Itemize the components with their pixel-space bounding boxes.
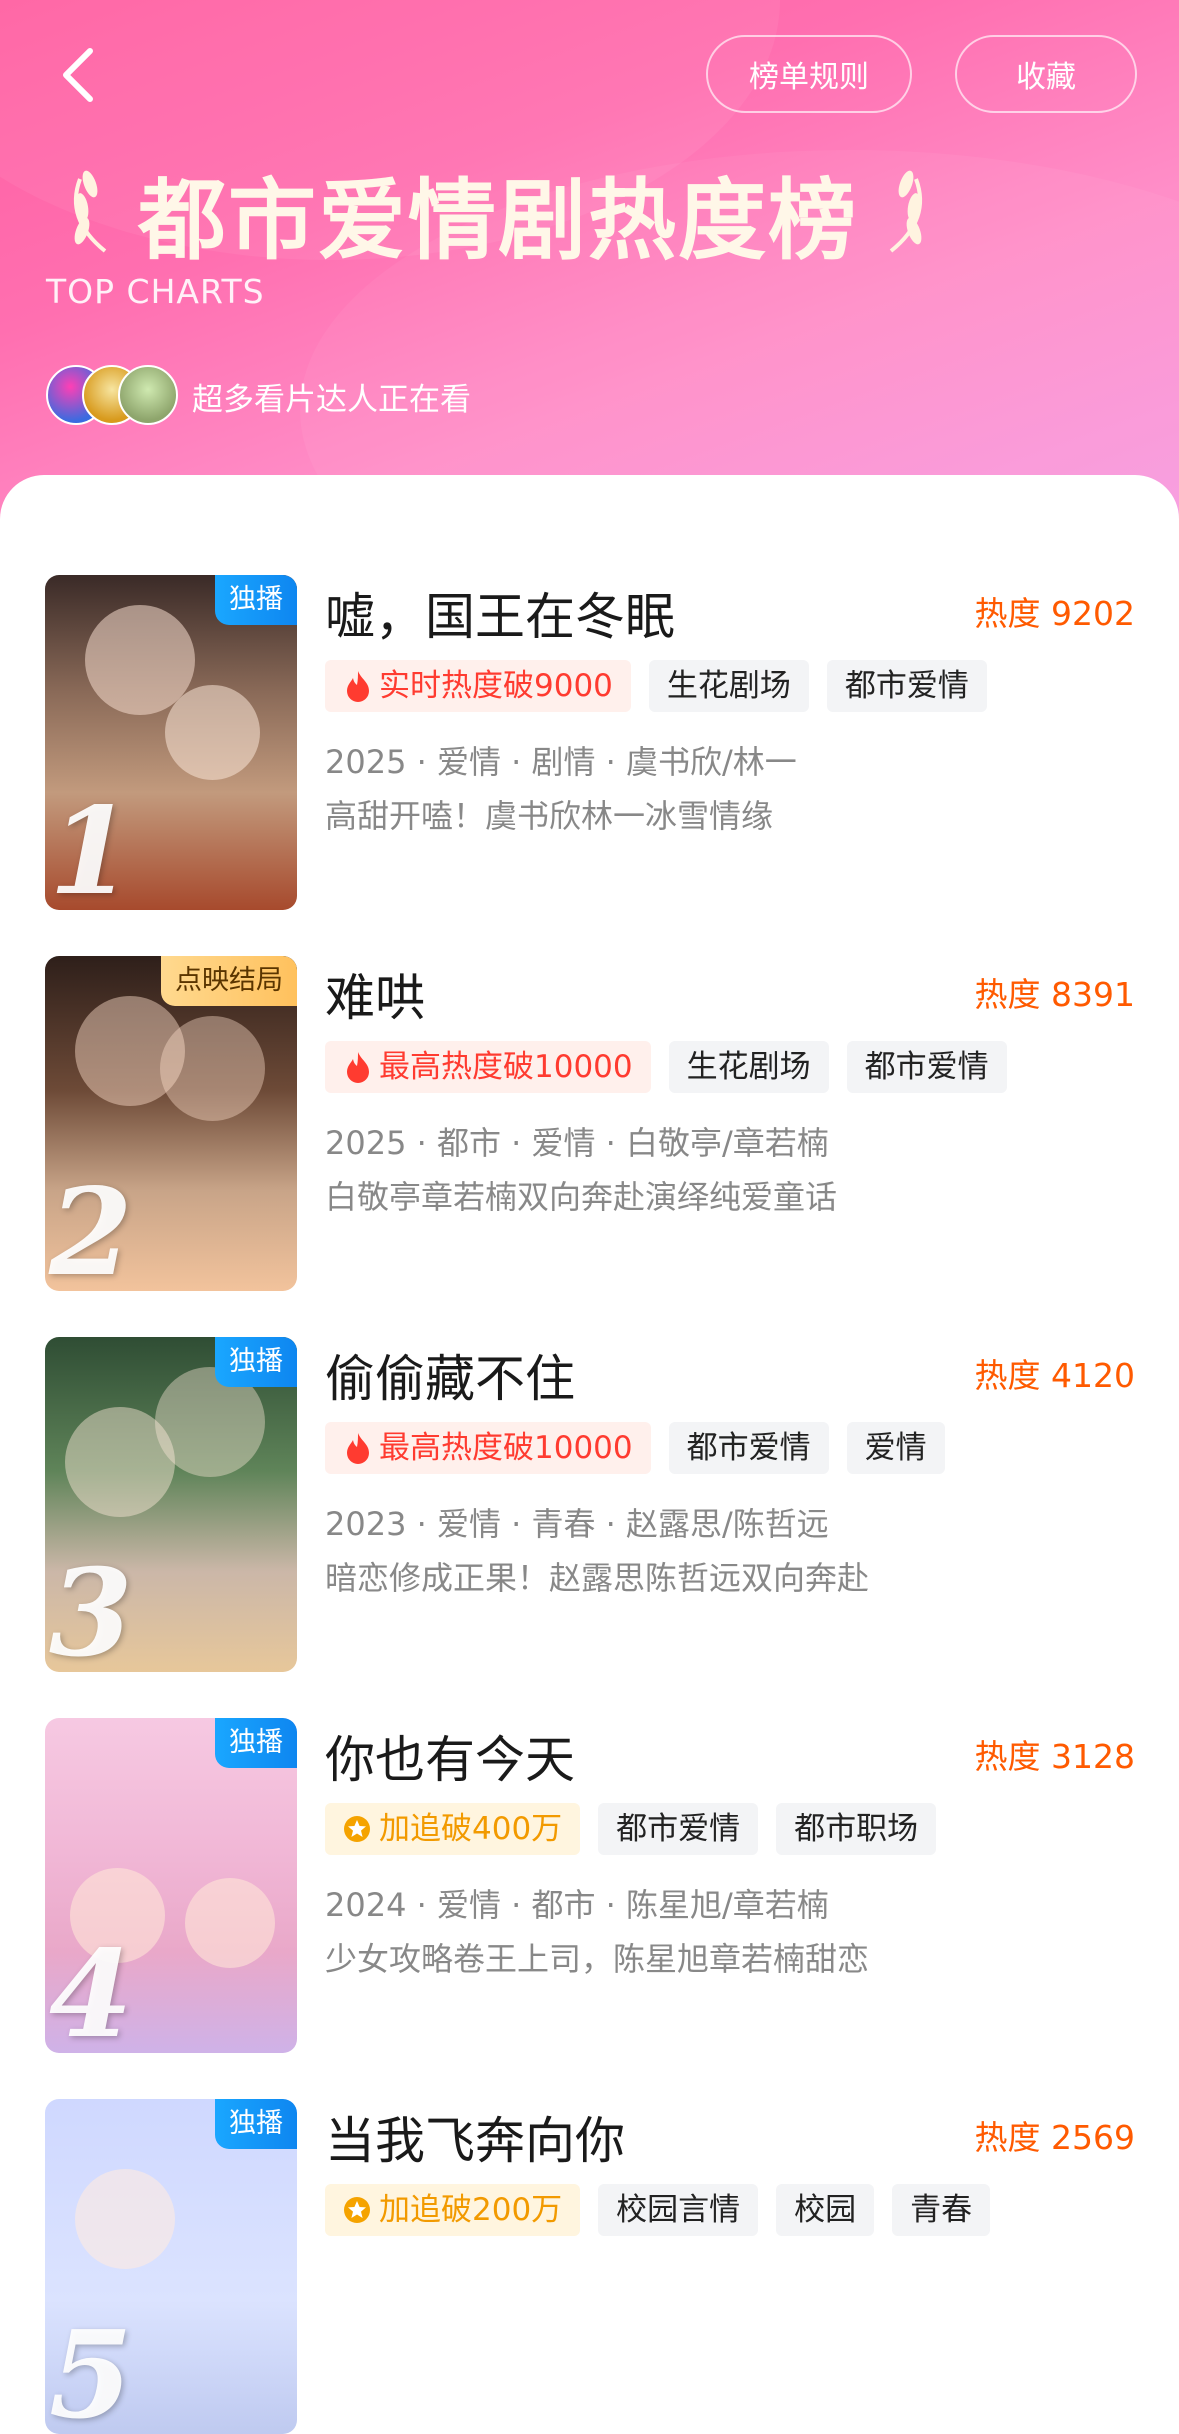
genre-tag[interactable]: 爱情 bbox=[846, 1422, 945, 1474]
fire-icon bbox=[347, 1433, 369, 1464]
genre-tag[interactable]: 都市爱情 bbox=[668, 1422, 829, 1474]
drama-title[interactable]: 偷偷藏不住 bbox=[325, 1339, 575, 1411]
genre-tag[interactable]: 校园言情 bbox=[598, 2184, 759, 2236]
rank-number: 1 bbox=[49, 781, 133, 910]
tag-row: 加追破400万 都市爱情 都市职场 bbox=[325, 1803, 937, 1855]
laurel-left-icon bbox=[73, 170, 107, 253]
follow-tag: 加追破200万 bbox=[325, 2184, 581, 2236]
heat-tag: 最高热度破10000 bbox=[325, 1422, 651, 1474]
genre-tag[interactable]: 校园 bbox=[776, 2184, 875, 2236]
exclusive-badge: 独播 bbox=[215, 1718, 297, 1768]
heat-score: 热度 4120 bbox=[974, 1356, 1135, 1395]
genre-tag[interactable]: 都市职场 bbox=[776, 1803, 937, 1855]
list-item[interactable]: 独播 5 当我飞奔向你 热度 2569 加追破200万 校园言情 校园 青春 bbox=[45, 2099, 1135, 2434]
tag-row: 实时热度破9000 生花剧场 都市爱情 bbox=[325, 660, 987, 712]
fire-icon bbox=[347, 671, 369, 702]
viewer-avatars bbox=[46, 365, 178, 425]
genre-tag[interactable]: 生花剧场 bbox=[668, 1041, 829, 1093]
page-title-wrap: 都市爱情剧热度榜 bbox=[60, 150, 936, 277]
drama-description: 高甜开嗑！虞书欣林一冰雪情缘 bbox=[325, 797, 774, 835]
drama-meta: 2025 · 都市 · 爱情 · 白敬亭/章若楠 bbox=[325, 1124, 829, 1162]
chart-rules-button[interactable]: 榜单规则 bbox=[706, 35, 912, 113]
genre-tag[interactable]: 都市爱情 bbox=[826, 660, 987, 712]
genre-tag[interactable]: 都市爱情 bbox=[598, 1803, 759, 1855]
list-item[interactable]: 独播 1 嘘，国王在冬眠 热度 9202 实时热度破9000 生花剧场 都市爱情… bbox=[45, 575, 1135, 910]
heat-score: 热度 9202 bbox=[974, 594, 1135, 633]
rank-number: 5 bbox=[49, 2305, 133, 2434]
laurel-right-icon bbox=[889, 170, 923, 253]
finale-badge: 点映结局 bbox=[161, 956, 297, 1006]
tag-row: 最高热度破10000 都市爱情 爱情 bbox=[325, 1422, 945, 1474]
exclusive-badge: 独播 bbox=[215, 1337, 297, 1387]
drama-meta: 2025 · 爱情 · 剧情 · 虞书欣/林一 bbox=[325, 743, 797, 781]
back-button[interactable] bbox=[48, 40, 108, 110]
drama-title[interactable]: 当我飞奔向你 bbox=[325, 2101, 625, 2173]
rank-number: 3 bbox=[49, 1543, 133, 1672]
drama-description: 暗恋修成正果！赵露思陈哲远双向奔赴 bbox=[325, 1559, 870, 1597]
follow-tag: 加追破400万 bbox=[325, 1803, 581, 1855]
heat-score: 热度 3128 bbox=[974, 1737, 1135, 1776]
star-badge-icon bbox=[344, 1816, 370, 1842]
poster-image[interactable]: 独播 4 bbox=[45, 1718, 297, 2053]
drama-description: 白敬亭章若楠双向奔赴演绎纯爱童话 bbox=[325, 1178, 838, 1216]
poster-image[interactable]: 点映结局 2 bbox=[45, 956, 297, 1291]
rank-number: 2 bbox=[49, 1162, 133, 1291]
poster-image[interactable]: 独播 1 bbox=[45, 575, 297, 910]
heat-tag-label: 最高热度破10000 bbox=[379, 1430, 633, 1466]
fire-icon bbox=[347, 1052, 369, 1083]
tag-row: 最高热度破10000 生花剧场 都市爱情 bbox=[325, 1041, 1007, 1093]
tag-row: 加追破200万 校园言情 校园 青春 bbox=[325, 2184, 991, 2236]
watching-text: 超多看片达人正在看 bbox=[192, 382, 471, 418]
exclusive-badge: 独播 bbox=[215, 575, 297, 625]
list-item[interactable]: 点映结局 2 难哄 热度 8391 最高热度破10000 生花剧场 都市爱情 2… bbox=[45, 956, 1135, 1291]
heat-tag-label: 最高热度破10000 bbox=[379, 1049, 633, 1085]
genre-tag[interactable]: 都市爱情 bbox=[846, 1041, 1007, 1093]
avatar bbox=[118, 365, 178, 425]
drama-meta: 2024 · 爱情 · 都市 · 陈星旭/章若楠 bbox=[325, 1886, 829, 1924]
list-item[interactable]: 独播 4 你也有今天 热度 3128 加追破400万 都市爱情 都市职场 202… bbox=[45, 1718, 1135, 2053]
page-title: 都市爱情剧热度榜 bbox=[138, 169, 859, 272]
drama-title[interactable]: 难哄 bbox=[325, 958, 425, 1030]
genre-tag[interactable]: 青春 bbox=[892, 2184, 991, 2236]
heat-score: 热度 2569 bbox=[974, 2118, 1135, 2157]
chevron-left-icon bbox=[63, 48, 93, 102]
poster-image[interactable]: 独播 3 bbox=[45, 1337, 297, 1672]
poster-image[interactable]: 独播 5 bbox=[45, 2099, 297, 2434]
drama-description: 少女攻略卷王上司，陈星旭章若楠甜恋 bbox=[325, 1940, 870, 1978]
header-banner: 榜单规则 收藏 都市爱情剧热度榜 TOP CHARTS 超多看片达人正在看 bbox=[0, 0, 1179, 520]
star-badge-icon bbox=[344, 2197, 370, 2223]
heat-tag: 实时热度破9000 bbox=[325, 660, 631, 712]
heat-score: 热度 8391 bbox=[974, 975, 1135, 1014]
ranking-list: 独播 1 嘘，国王在冬眠 热度 9202 实时热度破9000 生花剧场 都市爱情… bbox=[0, 475, 1179, 2434]
drama-title[interactable]: 你也有今天 bbox=[325, 1720, 575, 1792]
favorite-button[interactable]: 收藏 bbox=[955, 35, 1137, 113]
heat-tag: 最高热度破10000 bbox=[325, 1041, 651, 1093]
list-item[interactable]: 独播 3 偷偷藏不住 热度 4120 最高热度破10000 都市爱情 爱情 20… bbox=[45, 1337, 1135, 1672]
drama-meta: 2023 · 爱情 · 青春 · 赵露思/陈哲远 bbox=[325, 1505, 829, 1543]
exclusive-badge: 独播 bbox=[215, 2099, 297, 2149]
rank-number: 4 bbox=[49, 1924, 133, 2053]
follow-tag-label: 加追破200万 bbox=[379, 2192, 563, 2228]
drama-title[interactable]: 嘘，国王在冬眠 bbox=[325, 577, 675, 649]
genre-tag[interactable]: 生花剧场 bbox=[648, 660, 809, 712]
page-subtitle: TOP CHARTS bbox=[46, 272, 265, 311]
heat-tag-label: 实时热度破9000 bbox=[379, 668, 613, 704]
follow-tag-label: 加追破400万 bbox=[379, 1811, 563, 1847]
